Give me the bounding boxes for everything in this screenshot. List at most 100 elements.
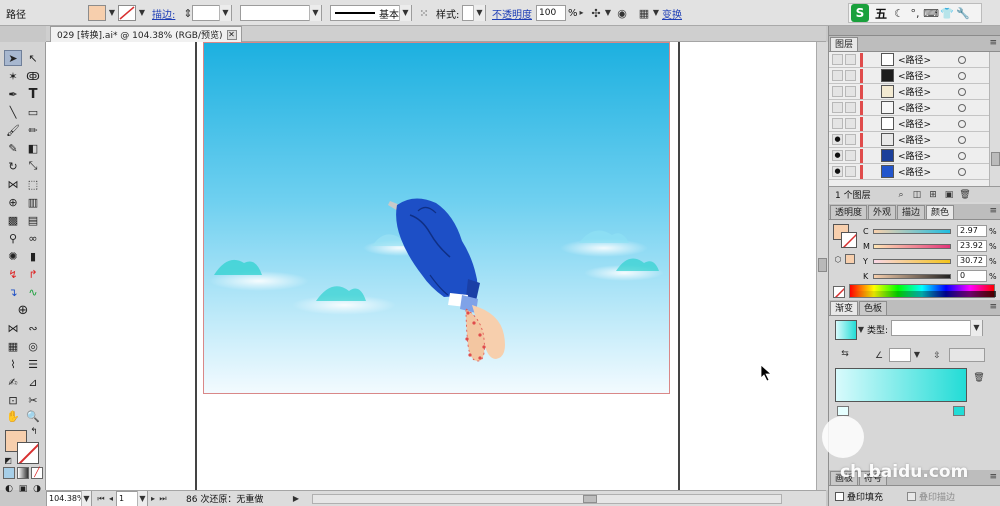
- bottom-menu-icon[interactable]: ≡: [989, 472, 997, 482]
- eyedropper-alt-icon[interactable]: ✍: [4, 374, 22, 390]
- visibility-eye-icon[interactable]: [832, 118, 843, 129]
- pucker-tool-icon[interactable]: ◎: [24, 338, 42, 354]
- magenta-track[interactable]: [873, 243, 951, 249]
- target-circle-icon[interactable]: [958, 55, 966, 64]
- horizontal-scroll-thumb[interactable]: [583, 494, 597, 503]
- wave-tool-icon[interactable]: ∿: [24, 284, 42, 300]
- tab-swatches[interactable]: 色板: [859, 301, 888, 315]
- out-of-gamut-icon[interactable]: ⬡: [833, 254, 843, 264]
- gradient-preview-dropdown-icon[interactable]: ▼: [857, 322, 865, 338]
- yellow-track[interactable]: [873, 258, 951, 264]
- lock-toggle[interactable]: [845, 54, 856, 65]
- measure-tool-icon[interactable]: ⊿: [24, 374, 42, 390]
- tab-stroke[interactable]: 描边: [897, 205, 926, 219]
- layer-row[interactable]: ● <路径>: [829, 132, 989, 148]
- gradient-preview-swatch[interactable]: [835, 320, 857, 340]
- lock-toggle[interactable]: [845, 102, 856, 113]
- cyan-slider[interactable]: C 2.97 %: [863, 224, 999, 238]
- opacity-label-link[interactable]: 不透明度: [492, 6, 532, 21]
- opacity-flyout-icon[interactable]: ▸: [578, 5, 586, 21]
- rectangle-tool-icon[interactable]: ▭: [24, 104, 42, 120]
- graph-tool-icon[interactable]: ⌇: [4, 356, 22, 372]
- new-layer-icon[interactable]: ▣: [941, 187, 957, 203]
- fill-swatch[interactable]: [88, 5, 106, 21]
- make-clipping-mask-icon[interactable]: ◫: [909, 187, 925, 203]
- prev-page-icon[interactable]: ◂: [106, 491, 116, 506]
- canvas-area[interactable]: [46, 42, 826, 490]
- layers-scroll-thumb[interactable]: [991, 152, 1000, 166]
- artboard[interactable]: [203, 42, 670, 394]
- moon-icon[interactable]: ☾: [891, 5, 907, 21]
- scissors-tool-icon[interactable]: ✂: [24, 392, 42, 408]
- lock-toggle[interactable]: [845, 118, 856, 129]
- horizontal-scrollbar[interactable]: [312, 493, 782, 504]
- gradient-menu-icon[interactable]: ≡: [989, 302, 997, 312]
- color-menu-icon[interactable]: ≡: [989, 206, 997, 216]
- keyboard-icon[interactable]: ⌨: [923, 5, 939, 21]
- delete-stop-icon[interactable]: 🗑: [971, 370, 987, 386]
- pencil-tool-icon[interactable]: ✏: [24, 122, 42, 138]
- slice-tool-icon[interactable]: ↱: [24, 266, 42, 282]
- page-field[interactable]: 1 ▼: [116, 490, 148, 506]
- gradient-mode-icon[interactable]: [17, 467, 29, 479]
- mesh-tool-icon[interactable]: ▩: [4, 212, 22, 228]
- tab-gradient[interactable]: 渐变: [830, 301, 859, 315]
- layer-row[interactable]: <路径>: [829, 84, 989, 100]
- gradient-stop-right[interactable]: [953, 406, 965, 416]
- opacity-input[interactable]: 100: [536, 5, 566, 21]
- draw-inside-icon[interactable]: ◑: [31, 483, 43, 494]
- tab-transparency[interactable]: 透明度: [830, 205, 868, 219]
- stroke-label-link[interactable]: 描边:: [152, 6, 175, 21]
- warp-tool-icon[interactable]: ⋈: [4, 320, 22, 336]
- target-circle-icon[interactable]: [958, 167, 966, 176]
- screen-mode-icon[interactable]: ▣: [17, 483, 29, 494]
- layers-scrollbar[interactable]: [989, 52, 1000, 186]
- scroll-thumb[interactable]: [818, 258, 827, 272]
- eyedropper-tool-icon[interactable]: ⚲: [4, 230, 22, 246]
- gradient-type-select[interactable]: ▼: [891, 320, 983, 336]
- stroke-weight-stepper[interactable]: ⇕: [183, 5, 192, 21]
- target-circle-icon[interactable]: [958, 135, 966, 144]
- visibility-eye-icon[interactable]: ●: [832, 150, 843, 161]
- mesh-grid-tool-icon[interactable]: ▦: [4, 338, 22, 354]
- aspect-ratio-input[interactable]: [949, 348, 985, 362]
- column-graph-tool-icon[interactable]: ▮: [24, 248, 42, 264]
- lock-toggle[interactable]: [845, 70, 856, 81]
- align-icon[interactable]: ▦: [636, 5, 652, 21]
- layer-row[interactable]: <路径>: [829, 100, 989, 116]
- target-circle-icon[interactable]: [958, 103, 966, 112]
- style-dropdown[interactable]: ▼: [462, 5, 486, 21]
- lock-toggle[interactable]: [845, 134, 856, 145]
- blob-brush-tool-icon[interactable]: ✎: [4, 140, 22, 156]
- black-track[interactable]: [873, 273, 951, 279]
- next-page-icon[interactable]: ▸: [148, 491, 158, 506]
- crop-tool-icon[interactable]: ⊡: [4, 392, 22, 408]
- layers-tab[interactable]: 图层: [830, 37, 859, 51]
- cyan-input[interactable]: 2.97: [957, 225, 987, 237]
- target-circle-icon[interactable]: [958, 151, 966, 160]
- lock-toggle[interactable]: [845, 166, 856, 177]
- sogou-logo-icon[interactable]: S: [851, 4, 869, 22]
- shirt-icon[interactable]: 👕: [939, 5, 955, 21]
- scale-tool-icon[interactable]: ⤡: [24, 158, 42, 174]
- target-circle-icon[interactable]: [958, 87, 966, 96]
- stroke-none-swatch[interactable]: [118, 5, 136, 21]
- gradient-slider-bar[interactable]: [835, 368, 967, 402]
- status-menu-icon[interactable]: ▶: [288, 491, 304, 506]
- visibility-eye-icon[interactable]: ●: [832, 134, 843, 145]
- zoom-field[interactable]: 104.38% ▼: [46, 490, 92, 506]
- artboard-tool-icon[interactable]: ↯: [4, 266, 22, 282]
- visibility-eye-icon[interactable]: [832, 54, 843, 65]
- layers-menu-icon[interactable]: ≡: [989, 38, 997, 48]
- hand-arrow-tool-icon[interactable]: ↴: [4, 284, 22, 300]
- rotate-tool-icon[interactable]: ↻: [4, 158, 22, 174]
- layer-row[interactable]: ● <路径>: [829, 164, 989, 180]
- paintbrush-tool-icon[interactable]: 🖌: [4, 122, 22, 138]
- wrench-icon[interactable]: 🔧: [955, 5, 971, 21]
- color-spectrum-bar[interactable]: [849, 284, 996, 298]
- stroke-weight-field[interactable]: ▼: [192, 5, 232, 21]
- variable-width-dropdown[interactable]: ▼: [240, 5, 322, 21]
- color-none-box[interactable]: [833, 286, 845, 298]
- tab-color[interactable]: 颜色: [926, 205, 955, 219]
- lock-toggle[interactable]: [845, 86, 856, 97]
